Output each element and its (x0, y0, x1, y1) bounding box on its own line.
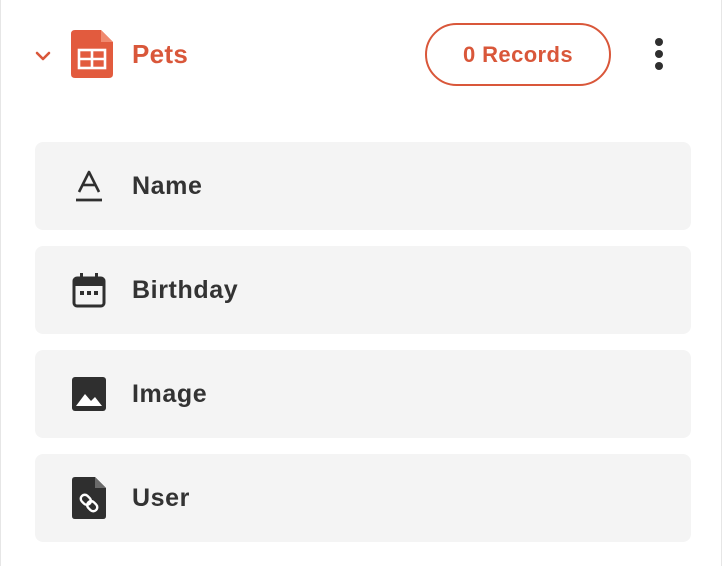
calendar-icon (69, 270, 109, 310)
more-options-button[interactable] (637, 32, 681, 76)
image-icon (69, 374, 109, 414)
table-name[interactable]: Pets (132, 36, 188, 72)
text-field-icon (69, 166, 109, 206)
field-item-birthday[interactable]: Birthday (35, 246, 691, 334)
linked-document-icon (69, 477, 109, 519)
records-count-button[interactable]: 0 Records (425, 23, 611, 86)
collapse-toggle[interactable] (29, 42, 57, 70)
field-label: Name (132, 172, 203, 200)
field-label: User (132, 484, 190, 512)
field-item-user[interactable]: User (35, 454, 691, 542)
table-header: Pets 0 Records (1, 0, 723, 110)
field-label: Birthday (132, 276, 239, 304)
field-item-name[interactable]: Name (35, 142, 691, 230)
field-item-image[interactable]: Image (35, 350, 691, 438)
more-vertical-icon (655, 38, 663, 70)
chevron-down-icon (35, 51, 51, 61)
table-panel: Pets 0 Records Name Birthday Image User (0, 0, 722, 566)
field-label: Image (132, 380, 208, 408)
table-icon (71, 30, 113, 78)
